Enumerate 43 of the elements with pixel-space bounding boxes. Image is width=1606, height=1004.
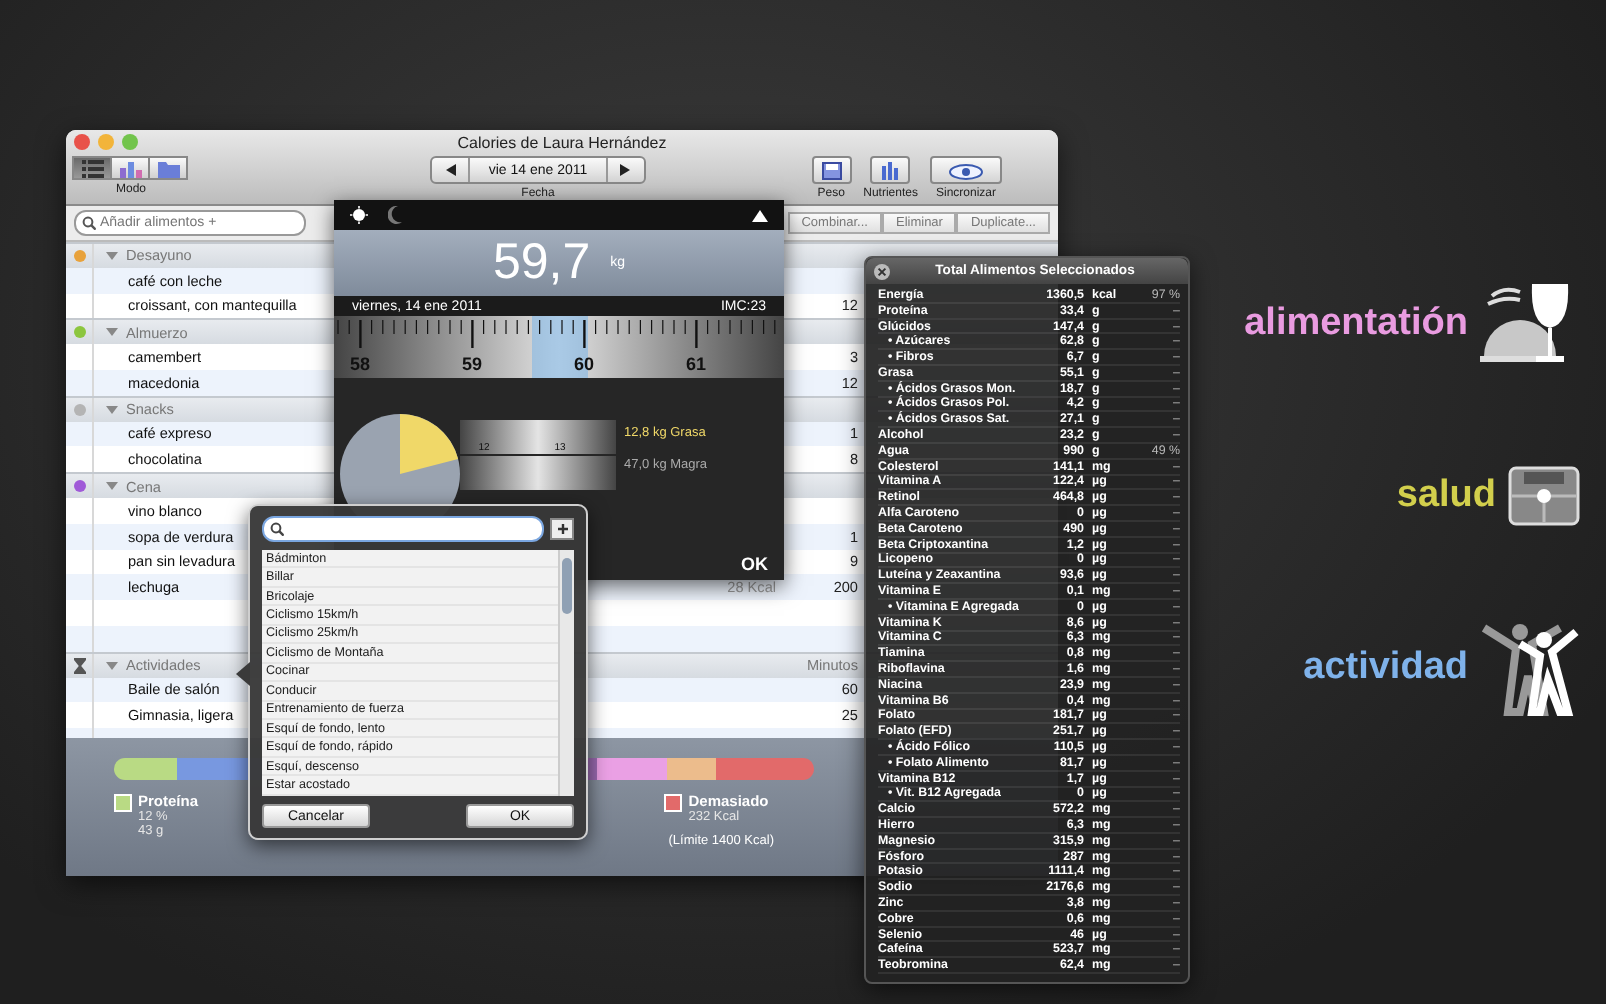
weight-reading: 59,7: [492, 234, 591, 292]
hourglass-icon: [73, 657, 85, 674]
search-icon: [270, 522, 284, 536]
right-triangle-icon: [620, 164, 631, 176]
ruler-tick-label: 61: [686, 354, 706, 374]
ruler-tick-label: 59: [462, 354, 482, 374]
scale-icon: [1508, 466, 1580, 526]
disclosure-triangle-icon[interactable]: [106, 659, 118, 672]
ruler-tick-label: 60: [574, 354, 594, 374]
lean-ruler-drawing[interactable]: [460, 456, 616, 490]
mode-button[interactable]: [72, 156, 112, 180]
ruler-drawing[interactable]: [334, 316, 784, 378]
disclosure-triangle-icon[interactable]: [106, 326, 118, 339]
feature-title: actividad: [1303, 646, 1468, 690]
plus-icon: [557, 524, 567, 534]
scrollbar[interactable]: [558, 550, 574, 796]
toolbar-icon: [930, 156, 1002, 184]
mode-button[interactable]: [110, 156, 150, 180]
disclosure-triangle-icon[interactable]: [106, 403, 118, 416]
people-dancing-icon: [1480, 620, 1580, 716]
close-button[interactable]: [74, 134, 90, 150]
left-triangle-icon: [445, 164, 456, 176]
moon-icon[interactable]: [388, 206, 402, 224]
toolbar-icon: [870, 156, 911, 184]
close-icon[interactable]: [874, 263, 890, 279]
disclosure-triangle-icon[interactable]: [106, 480, 118, 493]
folder-icon: [157, 159, 179, 177]
disclosure-triangle-icon[interactable]: [106, 249, 118, 262]
search-icon: [82, 216, 96, 230]
search-field[interactable]: [262, 516, 544, 542]
mode-button[interactable]: [148, 156, 188, 180]
ruler-tick-label: 58: [350, 354, 370, 374]
list-icon: [81, 159, 103, 177]
window-title: Calories de Laura Hernández: [457, 133, 667, 151]
toolbar-icon: [811, 156, 852, 184]
feature-title: salud: [1396, 474, 1496, 518]
sun-icon[interactable]: [350, 206, 368, 224]
ok-button[interactable]: OK: [741, 554, 768, 574]
add-button[interactable]: [550, 518, 574, 540]
chart-icon: [119, 159, 141, 177]
up-triangle-icon[interactable]: [752, 209, 768, 221]
feature-title: alimentatión: [1244, 302, 1468, 346]
fat-ruler-drawing[interactable]: [460, 420, 616, 454]
